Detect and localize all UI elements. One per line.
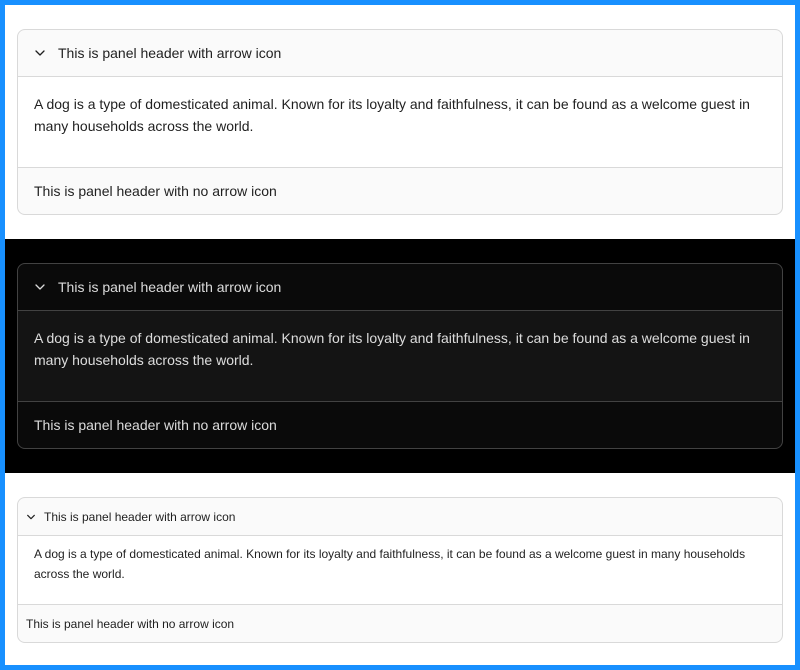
small-collapse: This is panel header with arrow icon A d… xyxy=(17,497,783,643)
small-panel-1-header[interactable]: This is panel header with arrow icon xyxy=(18,498,782,535)
small-section: This is panel header with arrow icon A d… xyxy=(5,473,795,667)
small-panel-1-content: A dog is a type of domesticated animal. … xyxy=(18,535,782,604)
light-collapse: This is panel header with arrow icon A d… xyxy=(17,29,783,215)
light-panel-2-header[interactable]: This is panel header with no arrow icon xyxy=(18,168,782,214)
chevron-down-icon xyxy=(34,281,46,293)
small-panel-1-title: This is panel header with arrow icon xyxy=(44,509,236,524)
light-panel-1-content: A dog is a type of domesticated animal. … xyxy=(18,76,782,167)
dark-panel-1-title: This is panel header with arrow icon xyxy=(58,279,282,295)
light-panel-1-title: This is panel header with arrow icon xyxy=(58,45,282,61)
light-section: This is panel header with arrow icon A d… xyxy=(5,5,795,239)
dark-collapse: This is panel header with arrow icon A d… xyxy=(17,263,783,449)
chevron-down-icon xyxy=(26,512,36,522)
chevron-down-icon xyxy=(34,47,46,59)
dark-panel-2-header[interactable]: This is panel header with no arrow icon xyxy=(18,402,782,448)
light-panel-2-title: This is panel header with no arrow icon xyxy=(34,183,277,199)
dark-panel-1: This is panel header with arrow icon A d… xyxy=(18,264,782,402)
light-panel-1-text: A dog is a type of domesticated animal. … xyxy=(34,96,750,134)
dark-panel-2: This is panel header with no arrow icon xyxy=(18,402,782,448)
dark-panel-2-title: This is panel header with no arrow icon xyxy=(34,417,277,433)
dark-panel-1-text: A dog is a type of domesticated animal. … xyxy=(34,330,750,368)
small-panel-1-text: A dog is a type of domesticated animal. … xyxy=(34,547,746,581)
dark-panel-1-header[interactable]: This is panel header with arrow icon xyxy=(18,264,782,310)
small-panel-2: This is panel header with no arrow icon xyxy=(18,605,782,642)
light-panel-2: This is panel header with no arrow icon xyxy=(18,168,782,214)
light-panel-1-header[interactable]: This is panel header with arrow icon xyxy=(18,30,782,76)
small-panel-1: This is panel header with arrow icon A d… xyxy=(18,498,782,605)
light-panel-1: This is panel header with arrow icon A d… xyxy=(18,30,782,168)
dark-section: This is panel header with arrow icon A d… xyxy=(5,239,795,473)
small-panel-2-title: This is panel header with no arrow icon xyxy=(26,616,235,631)
dark-panel-1-content: A dog is a type of domesticated animal. … xyxy=(18,310,782,401)
small-panel-2-header[interactable]: This is panel header with no arrow icon xyxy=(18,605,782,642)
